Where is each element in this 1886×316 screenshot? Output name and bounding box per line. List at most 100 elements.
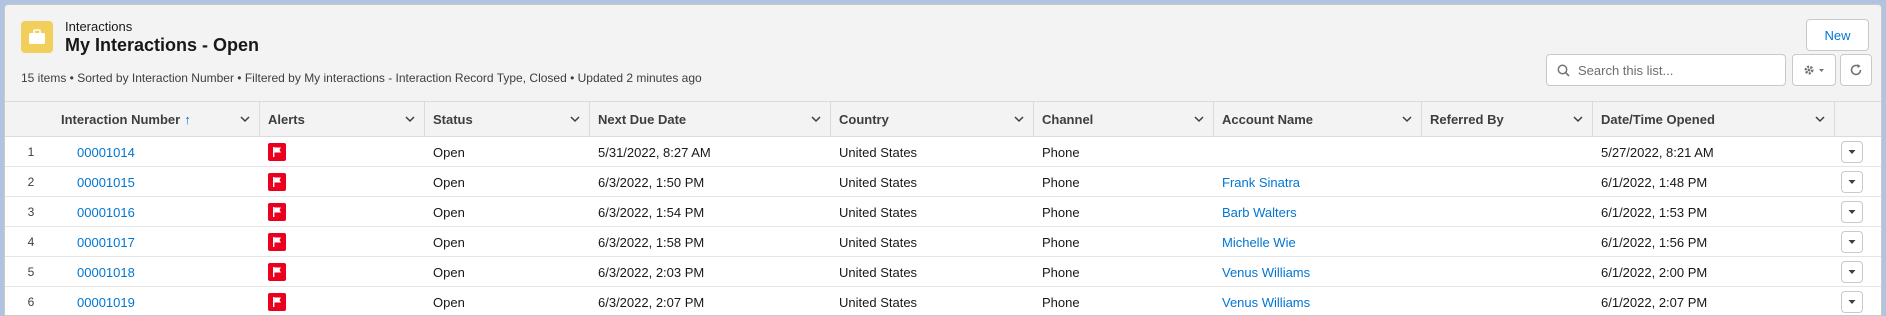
channel-cell: Phone: [1042, 174, 1080, 190]
column-header-status[interactable]: Status: [425, 102, 590, 136]
row-number: 5: [27, 265, 35, 279]
chevron-down-icon[interactable]: [1013, 113, 1025, 125]
row-actions: [1841, 227, 1863, 257]
table-row: 2 00001015 Open 6/3/2022, 1:50 PM United…: [5, 167, 1881, 197]
row-action-button[interactable]: [1841, 171, 1863, 193]
interaction-number-link[interactable]: 00001019: [69, 287, 135, 315]
date-time-opened-cell: 6/1/2022, 2:00 PM: [1601, 264, 1708, 280]
account-name-link[interactable]: Michelle Wie: [1214, 227, 1296, 257]
column-header-account-name[interactable]: Account Name: [1214, 102, 1422, 136]
interaction-number-link[interactable]: 00001014: [69, 137, 135, 167]
chevron-down-icon: [1848, 270, 1856, 274]
status-cell: Open: [433, 264, 465, 280]
column-label: Interaction Number: [61, 111, 181, 127]
account-name-link[interactable]: Venus Williams: [1214, 287, 1310, 315]
chevron-down-icon[interactable]: [1814, 113, 1826, 125]
list-settings-button[interactable]: [1792, 54, 1836, 86]
row-number: 4: [27, 235, 35, 249]
referred-by-cell: [1422, 257, 1430, 287]
chevron-down-icon[interactable]: [1193, 113, 1205, 125]
flag-icon: [268, 233, 286, 251]
interaction-number-link[interactable]: 00001017: [69, 227, 135, 257]
column-label: Country: [839, 111, 889, 127]
account-name-link[interactable]: Frank Sinatra: [1214, 167, 1300, 197]
table-row: 3 00001016 Open 6/3/2022, 1:54 PM United…: [5, 197, 1881, 227]
row-action-button[interactable]: [1841, 141, 1863, 163]
status-cell: Open: [433, 294, 465, 310]
country-cell: United States: [839, 294, 918, 310]
search-input[interactable]: Search this list...: [1546, 54, 1786, 86]
date-time-opened-cell: 6/1/2022, 2:07 PM: [1601, 294, 1708, 310]
row-number: 3: [27, 205, 35, 219]
account-name-link[interactable]: Barb Walters: [1214, 197, 1297, 227]
row-action-button[interactable]: [1841, 201, 1863, 223]
column-header-alerts[interactable]: Alerts: [260, 102, 425, 136]
flag-icon: [268, 143, 286, 161]
alert-cell: [260, 227, 286, 257]
refresh-icon: [1850, 64, 1862, 76]
chevron-down-icon[interactable]: [1572, 113, 1584, 125]
country-cell: United States: [839, 144, 918, 160]
next-due-date-cell: 5/31/2022, 8:27 AM: [598, 144, 711, 160]
column-header-channel[interactable]: Channel: [1034, 102, 1214, 136]
date-time-opened-cell: 6/1/2022, 1:56 PM: [1601, 234, 1708, 250]
column-label: Account Name: [1222, 111, 1314, 127]
column-header-interaction-number[interactable]: Interaction Number ↑: [53, 102, 260, 136]
column-header-date-time-opened[interactable]: Date/Time Opened: [1593, 102, 1835, 136]
gear-icon: [1804, 65, 1824, 75]
row-number: 6: [27, 295, 35, 309]
date-time-opened-cell: 6/1/2022, 1:48 PM: [1601, 174, 1708, 190]
status-cell: Open: [433, 204, 465, 220]
referred-by-cell: [1422, 197, 1430, 227]
country-cell: United States: [839, 234, 918, 250]
chevron-down-icon[interactable]: [239, 113, 251, 125]
column-header-referred-by[interactable]: Referred By: [1422, 102, 1593, 136]
sort-ascending-icon: ↑: [184, 111, 191, 127]
interaction-number-link[interactable]: 00001016: [69, 197, 135, 227]
row-action-button[interactable]: [1841, 291, 1863, 313]
alert-cell: [260, 197, 286, 227]
column-header-country[interactable]: Country: [831, 102, 1034, 136]
new-button[interactable]: New: [1806, 19, 1869, 51]
search-placeholder: Search this list...: [1578, 62, 1674, 78]
next-due-date-cell: 6/3/2022, 1:50 PM: [598, 174, 705, 190]
status-cell: Open: [433, 234, 465, 250]
alert-cell: [260, 257, 286, 287]
chevron-down-icon[interactable]: [569, 113, 581, 125]
account-name-link[interactable]: Venus Williams: [1214, 257, 1310, 287]
channel-cell: Phone: [1042, 294, 1080, 310]
column-label: Alerts: [268, 111, 305, 127]
country-cell: United States: [839, 204, 918, 220]
row-actions: [1841, 287, 1863, 315]
row-action-button[interactable]: [1841, 261, 1863, 283]
status-cell: Open: [433, 174, 465, 190]
flag-icon: [268, 203, 286, 221]
status-cell: Open: [433, 144, 465, 160]
list-view-card: Interactions My Interactions - Open 15 i…: [4, 4, 1882, 316]
column-header-next-due-date[interactable]: Next Due Date: [590, 102, 831, 136]
object-label: Interactions: [65, 19, 133, 34]
referred-by-cell: [1422, 287, 1430, 315]
chevron-down-icon[interactable]: [404, 113, 416, 125]
table-row: 5 00001018 Open 6/3/2022, 2:03 PM United…: [5, 257, 1881, 287]
channel-cell: Phone: [1042, 144, 1080, 160]
row-number: 2: [27, 175, 35, 189]
column-label: Date/Time Opened: [1601, 111, 1715, 127]
page-title[interactable]: My Interactions - Open: [65, 35, 259, 56]
chevron-down-icon: [1848, 180, 1856, 184]
list-header: Interactions My Interactions - Open 15 i…: [5, 5, 1881, 101]
flag-icon: [268, 263, 286, 281]
chevron-down-icon[interactable]: [1401, 113, 1413, 125]
chevron-down-icon[interactable]: [810, 113, 822, 125]
account-name-link[interactable]: [1214, 137, 1222, 167]
next-due-date-cell: 6/3/2022, 1:54 PM: [598, 204, 705, 220]
interaction-number-link[interactable]: 00001018: [69, 257, 135, 287]
interaction-number-link[interactable]: 00001015: [69, 167, 135, 197]
alert-cell: [260, 137, 286, 167]
refresh-button[interactable]: [1840, 54, 1872, 86]
row-actions: [1841, 197, 1863, 227]
referred-by-cell: [1422, 167, 1430, 197]
date-time-opened-cell: 5/27/2022, 8:21 AM: [1601, 144, 1714, 160]
row-action-button[interactable]: [1841, 231, 1863, 253]
country-cell: United States: [839, 174, 918, 190]
